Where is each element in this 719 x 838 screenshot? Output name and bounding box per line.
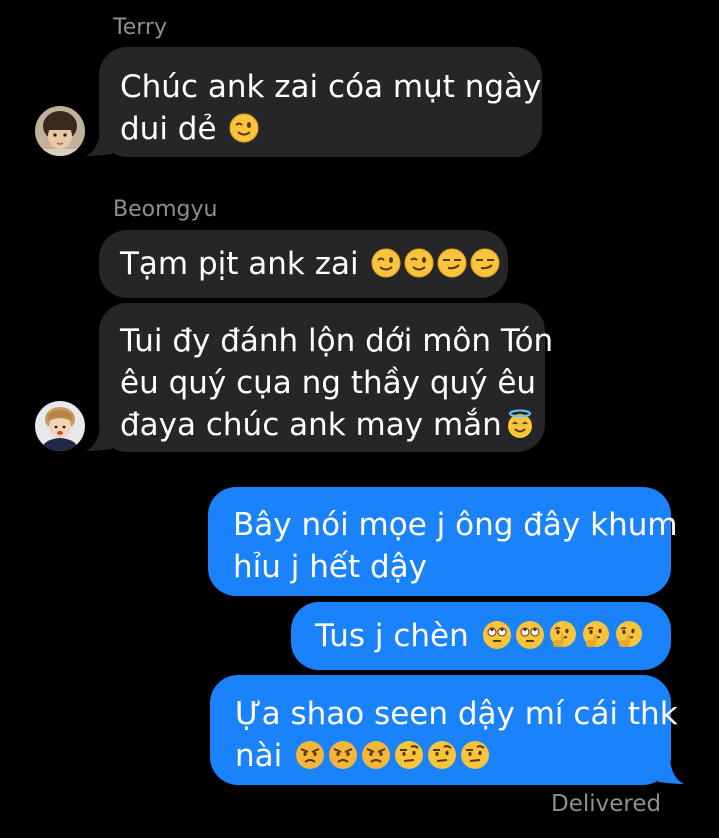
message-text: Chúc ank zai cóa mụt ngày: [120, 69, 542, 105]
sender-name-terry: Terry: [113, 15, 167, 40]
message-text: hỉu j hết dậy: [233, 549, 427, 585]
message-text: êu quý cụa ng thầy quý êu: [120, 365, 537, 401]
smiling-face-with-halo-emoji: [505, 409, 535, 439]
bubble-tail: [86, 132, 112, 156]
winking-face-emoji: [229, 113, 259, 143]
message-text: Tạm pịt ank zai: [120, 246, 359, 282]
avatar-image: [35, 401, 85, 451]
winking-face-emoji: [404, 248, 434, 278]
face-with-raised-eyebrow-emoji: [427, 740, 457, 770]
message-bubble-incoming[interactable]: Tạm pịt ank zai: [99, 230, 508, 298]
sender-name-beomgyu: Beomgyu: [113, 197, 218, 222]
delivery-status: Delivered: [551, 791, 662, 817]
message-bubble-outgoing[interactable]: Bây nói mọe j ông đây khum hỉu j hết dậy: [208, 487, 678, 596]
angry-face-emoji: [361, 740, 391, 770]
message-text-line: Tus j chèn: [315, 615, 671, 657]
message-text-line: Tạm pịt ank zai: [120, 243, 508, 285]
message-text: dui dẻ: [120, 111, 217, 147]
message-text-line: nài: [235, 735, 671, 777]
face-with-rolling-eyes-emoji: [515, 620, 545, 650]
message-text: Bây nói mọe j ông đây khum: [233, 507, 678, 543]
avatar-image: [35, 106, 85, 156]
face-with-raised-eyebrow-emoji: [460, 740, 490, 770]
avatar-terry[interactable]: [35, 106, 85, 156]
message-text: Ựa shao seen dậy mí cái thk: [235, 696, 678, 732]
angry-face-emoji: [295, 740, 325, 770]
message-text: Tus j chèn: [315, 618, 469, 654]
message-bubble-outgoing[interactable]: Ựa shao seen dậy mí cái thk nài: [210, 675, 678, 785]
message-text-line: dui dẻ: [120, 108, 542, 150]
message-text: đaya chúc ank may mắn: [120, 407, 502, 443]
bubble-tail: [86, 427, 112, 451]
message-text: nài: [235, 738, 283, 774]
message-bubble-incoming[interactable]: Chúc ank zai cóa mụt ngày dui dẻ: [99, 47, 542, 157]
face-with-rolling-eyes-emoji: [482, 620, 512, 650]
bubble-tail: [658, 760, 684, 784]
face-with-raised-eyebrow-emoji: [394, 740, 424, 770]
thinking-face-emoji: [548, 620, 578, 650]
thinking-face-emoji: [614, 620, 644, 650]
winking-face-emoji: [371, 248, 401, 278]
smirking-face-emoji: [470, 248, 500, 278]
message-bubble-incoming[interactable]: Tui đy đánh lộn dới môn Tón êu quý cụa n…: [99, 303, 554, 452]
message-bubble-outgoing[interactable]: Tus j chèn: [291, 602, 671, 670]
message-text-line: đaya chúc ank may mắn: [120, 404, 545, 446]
avatar-beomgyu[interactable]: [35, 401, 85, 451]
thinking-face-emoji: [581, 620, 611, 650]
message-text: Tui đy đánh lộn dới môn Tón: [120, 323, 554, 359]
smirking-face-emoji: [437, 248, 467, 278]
angry-face-emoji: [328, 740, 358, 770]
